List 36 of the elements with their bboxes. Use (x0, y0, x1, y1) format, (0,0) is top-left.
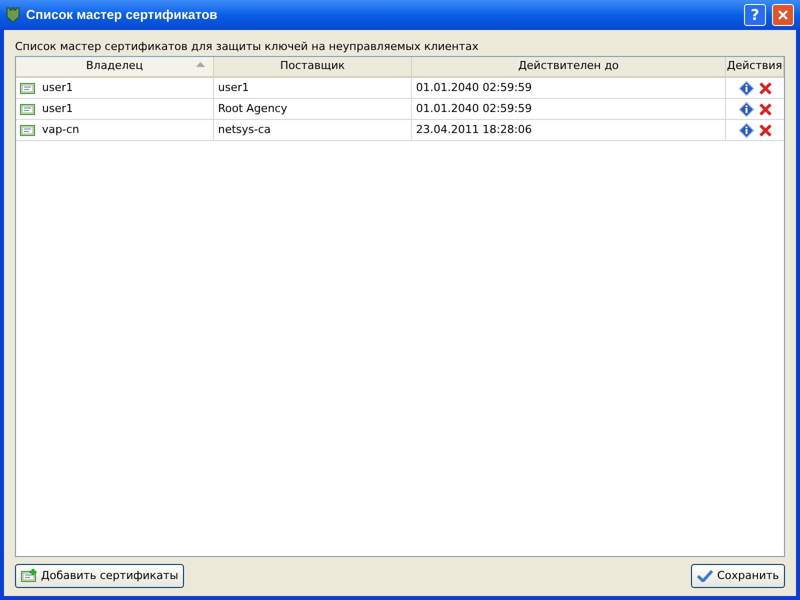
column-header[interactable]: Действия (726, 57, 784, 76)
sort-arrow-icon (196, 62, 205, 67)
info-icon[interactable] (738, 122, 754, 138)
add-certificate-icon (21, 569, 37, 583)
table-row[interactable]: user1 user1 01.01.2040 02:59:59 (16, 78, 784, 99)
certificate-icon (20, 81, 36, 95)
column-header[interactable]: Владелец (16, 57, 214, 76)
column-header[interactable]: Поставщик (214, 57, 412, 76)
help-button[interactable]: ? (744, 4, 766, 26)
shield-icon (6, 7, 20, 23)
table-row[interactable]: vap-cn netsys-ca 23.04.2011 18:28:06 (16, 120, 784, 141)
owner-cell-text: user1 (42, 80, 73, 96)
column-header[interactable]: Действителен до (412, 57, 726, 76)
delete-icon[interactable] (758, 124, 772, 136)
checkmark-icon (697, 570, 714, 582)
close-button[interactable] (772, 4, 794, 26)
certificate-icon (20, 102, 36, 116)
issuer-cell-text: user1 (218, 80, 249, 96)
info-icon[interactable] (738, 102, 754, 116)
issuer-cell-text: Root Agency (218, 100, 288, 117)
issuer-cell-text: netsys-ca (218, 122, 271, 138)
valid-until-cell-text: 01.01.2040 02:59:59 (416, 80, 532, 96)
certificate-icon (20, 123, 36, 137)
owner-cell-text: vap-cn (42, 122, 80, 138)
owner-cell-text: user1 (42, 100, 73, 117)
save-button[interactable]: Сохранить (691, 564, 785, 588)
valid-until-cell-text: 23.04.2011 18:28:06 (416, 122, 532, 138)
close-icon (777, 9, 789, 21)
delete-icon[interactable] (758, 102, 772, 116)
description-text: Список мастер сертификатов для защиты ключей на неуправляемых клиентах (15, 39, 480, 55)
table-row[interactable]: user1 Root Agency 01.01.2040 02:59:59 (16, 99, 784, 120)
add-certificates-button[interactable]: Добавить сертификаты (15, 564, 184, 588)
window-title: Список мастер сертификатов (26, 6, 218, 24)
info-icon[interactable] (738, 80, 754, 96)
valid-until-cell-text: 01.01.2040 02:59:59 (416, 100, 532, 117)
delete-icon[interactable] (758, 82, 772, 94)
